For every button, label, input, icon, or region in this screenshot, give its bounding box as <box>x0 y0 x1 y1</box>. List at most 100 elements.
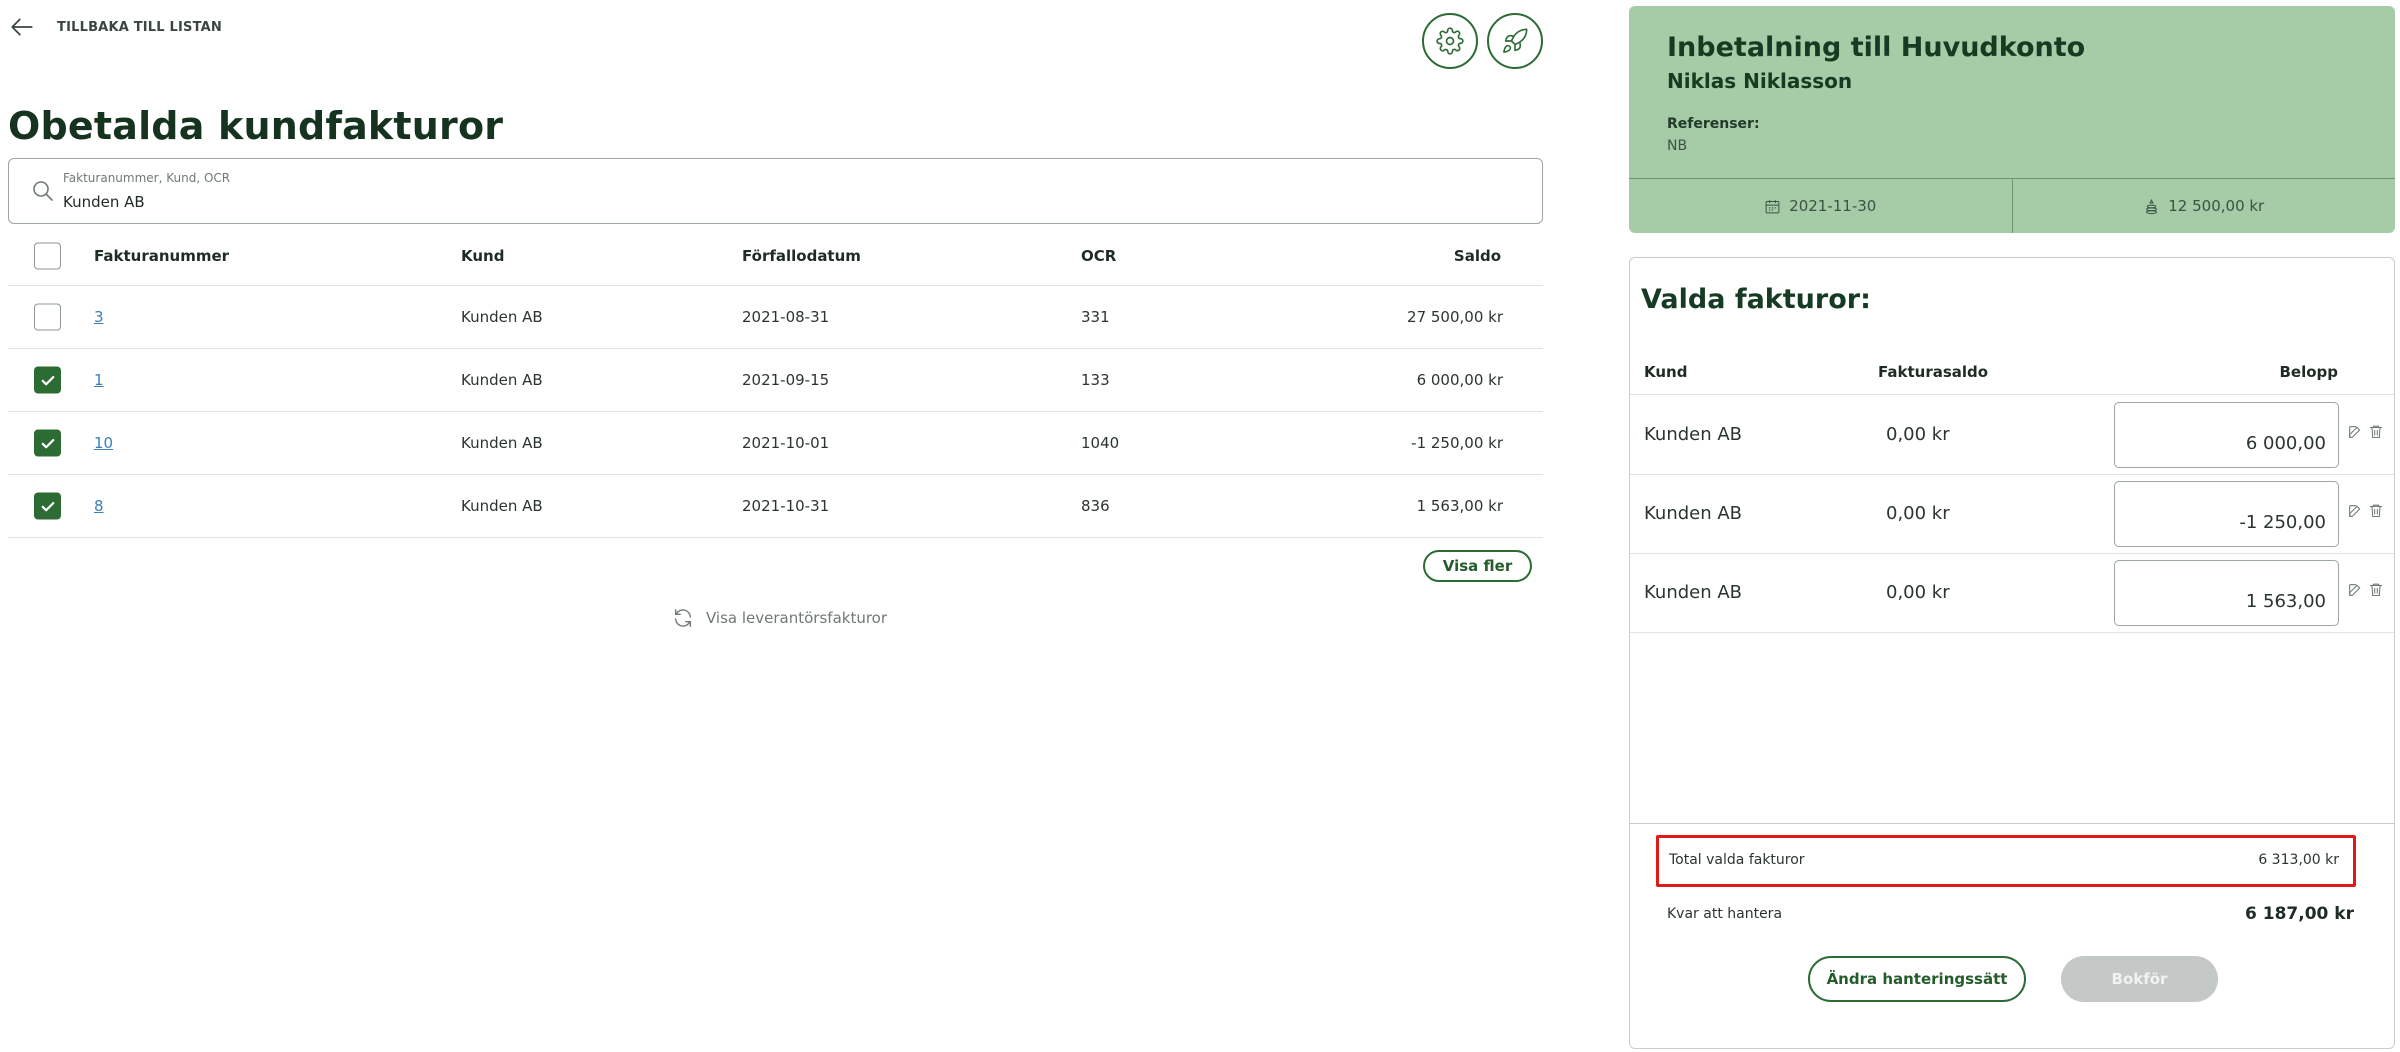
amount-input[interactable]: 6 000,00 <box>2114 402 2339 468</box>
selected-invoices-panel: Valda fakturor: Kund Fakturasaldo Belopp… <box>1629 257 2395 1049</box>
row-date: 2021-09-15 <box>742 371 830 389</box>
remaining-to-handle: Kvar att hantera 6 187,00 kr <box>1667 904 2357 930</box>
show-supplier-invoices-label: Visa leverantörsfakturor <box>706 609 888 627</box>
refresh-icon <box>674 609 692 627</box>
row-date: 2021-10-31 <box>742 497 830 515</box>
selected-row-fakturasaldo: 0,00 kr <box>1886 503 1950 524</box>
quick-action-button[interactable] <box>1487 13 1543 69</box>
payment-date: 2021-11-30 <box>1629 179 2012 233</box>
edit-icon[interactable] <box>2347 503 2363 519</box>
search-input-value[interactable]: Kunden AB <box>63 193 145 211</box>
total-selected-invoices: Total valda fakturor 6 313,00 kr <box>1656 835 2356 887</box>
row-saldo: 27 500,00 kr <box>1407 308 1503 326</box>
total-selected-value: 6 313,00 kr <box>2258 852 2339 868</box>
checkmark-icon <box>41 375 54 385</box>
row-ocr: 331 <box>1081 308 1110 326</box>
invoice-number-link[interactable]: 8 <box>94 497 104 515</box>
select-all-checkbox[interactable] <box>34 242 61 269</box>
row-kund: Kunden AB <box>461 308 543 326</box>
table-row: 10 Kunden AB 2021-10-01 1040 -1 250,00 k… <box>8 412 1543 475</box>
selected-invoices-title: Valda fakturor: <box>1641 284 1871 315</box>
edit-icon[interactable] <box>2347 424 2363 440</box>
coins-icon <box>2146 198 2158 214</box>
rocket-icon <box>1503 28 1528 53</box>
row-ocr: 1040 <box>1081 434 1120 452</box>
payer-name: Niklas Niklasson <box>1667 69 1853 93</box>
selected-column-belopp: Belopp <box>2279 363 2338 381</box>
row-saldo: -1 250,00 kr <box>1411 434 1503 452</box>
selected-row-kund: Kunden AB <box>1644 582 1743 603</box>
row-saldo: 6 000,00 kr <box>1416 371 1503 389</box>
payment-date-value: 2021-11-30 <box>1789 197 1877 215</box>
invoice-table: Fakturanummer Kund Förfallodatum OCR Sal… <box>8 226 1543 538</box>
selected-column-fakturasaldo: Fakturasaldo <box>1878 363 1989 381</box>
edit-icon[interactable] <box>2347 582 2363 598</box>
row-saldo: 1 563,00 kr <box>1416 497 1503 515</box>
payment-amount-value: 12 500,00 kr <box>2168 197 2265 215</box>
checkmark-icon <box>41 501 54 511</box>
amount-input[interactable]: 1 563,00 <box>2114 560 2339 626</box>
trash-icon[interactable] <box>2368 502 2384 519</box>
back-to-list-label: TILLBAKA TILL LISTAN <box>57 19 222 35</box>
show-supplier-invoices-link[interactable]: Visa leverantörsfakturor <box>672 607 887 629</box>
row-kund: Kunden AB <box>461 497 543 515</box>
table-row: 1 Kunden AB 2021-09-15 133 6 000,00 kr <box>8 349 1543 412</box>
row-checkbox[interactable] <box>34 492 61 520</box>
column-header-ocr[interactable]: OCR <box>1081 247 1116 265</box>
remaining-value: 6 187,00 kr <box>2245 904 2354 924</box>
change-handling-button[interactable]: Ändra hanteringssätt <box>1808 956 2026 1002</box>
amount-input[interactable]: -1 250,00 <box>2114 481 2339 547</box>
row-kund: Kunden AB <box>461 371 543 389</box>
selected-row-kund: Kunden AB <box>1644 503 1743 524</box>
search-input-label: Fakturanummer, Kund, OCR <box>63 171 231 185</box>
summary-divider <box>1630 823 2394 824</box>
selected-row-fakturasaldo: 0,00 kr <box>1886 424 1950 445</box>
total-selected-label: Total valda fakturor <box>1669 852 1805 868</box>
selected-row-kund: Kunden AB <box>1644 424 1743 445</box>
column-header-kund[interactable]: Kund <box>461 247 504 265</box>
selected-table-header: Kund Fakturasaldo Belopp <box>1630 353 2394 395</box>
payment-title: Inbetalning till Huvudkonto <box>1667 32 2086 63</box>
back-arrow-icon <box>11 18 33 36</box>
selected-row-fakturasaldo: 0,00 kr <box>1886 582 1950 603</box>
post-button[interactable]: Bokför <box>2061 956 2218 1002</box>
invoice-number-link[interactable]: 10 <box>94 434 113 452</box>
row-ocr: 133 <box>1081 371 1110 389</box>
selected-column-kund: Kund <box>1644 363 1688 381</box>
gear-icon <box>1436 27 1464 55</box>
payment-footer: 2021-11-30 12 500,00 kr <box>1629 178 2395 233</box>
search-input[interactable]: Fakturanummer, Kund, OCR Kunden AB <box>8 158 1543 224</box>
selected-invoice-row: Kunden AB 0,00 kr 1 563,00 <box>1630 554 2394 633</box>
payment-card: Inbetalning till Huvudkonto Niklas Nikla… <box>1629 6 2395 233</box>
remaining-label: Kvar att hantera <box>1667 906 1783 922</box>
trash-icon[interactable] <box>2368 581 2384 598</box>
row-date: 2021-08-31 <box>742 308 830 326</box>
search-icon <box>33 181 53 201</box>
page-title: Obetalda kundfakturor <box>8 104 504 148</box>
selected-invoice-row: Kunden AB 0,00 kr -1 250,00 <box>1630 475 2394 554</box>
invoice-number-link[interactable]: 3 <box>94 308 104 326</box>
table-header: Fakturanummer Kund Förfallodatum OCR Sal… <box>8 226 1543 286</box>
row-checkbox[interactable] <box>34 366 61 394</box>
table-row: 3 Kunden AB 2021-08-31 331 27 500,00 kr <box>8 286 1543 349</box>
references-value: NB <box>1667 138 1688 154</box>
calendar-icon <box>1765 199 1780 213</box>
checkmark-icon <box>41 438 54 448</box>
column-header-saldo[interactable]: Saldo <box>1454 247 1501 265</box>
column-header-forfallodatum[interactable]: Förfallodatum <box>742 247 861 265</box>
row-date: 2021-10-01 <box>742 434 830 452</box>
show-more-button[interactable]: Visa fler <box>1423 550 1532 582</box>
table-row: 8 Kunden AB 2021-10-31 836 1 563,00 kr <box>8 475 1543 538</box>
references-label: Referenser: <box>1667 116 1760 132</box>
column-header-fakturanummer[interactable]: Fakturanummer <box>94 247 229 265</box>
payment-amount: 12 500,00 kr <box>2011 179 2396 233</box>
trash-icon[interactable] <box>2368 423 2384 440</box>
settings-button[interactable] <box>1422 13 1478 69</box>
row-ocr: 836 <box>1081 497 1110 515</box>
row-kund: Kunden AB <box>461 434 543 452</box>
selected-invoice-row: Kunden AB 0,00 kr 6 000,00 <box>1630 396 2394 475</box>
row-checkbox[interactable] <box>34 303 61 331</box>
back-to-list-link[interactable]: TILLBAKA TILL LISTAN <box>9 14 222 40</box>
row-checkbox[interactable] <box>34 429 61 457</box>
invoice-number-link[interactable]: 1 <box>94 371 104 389</box>
